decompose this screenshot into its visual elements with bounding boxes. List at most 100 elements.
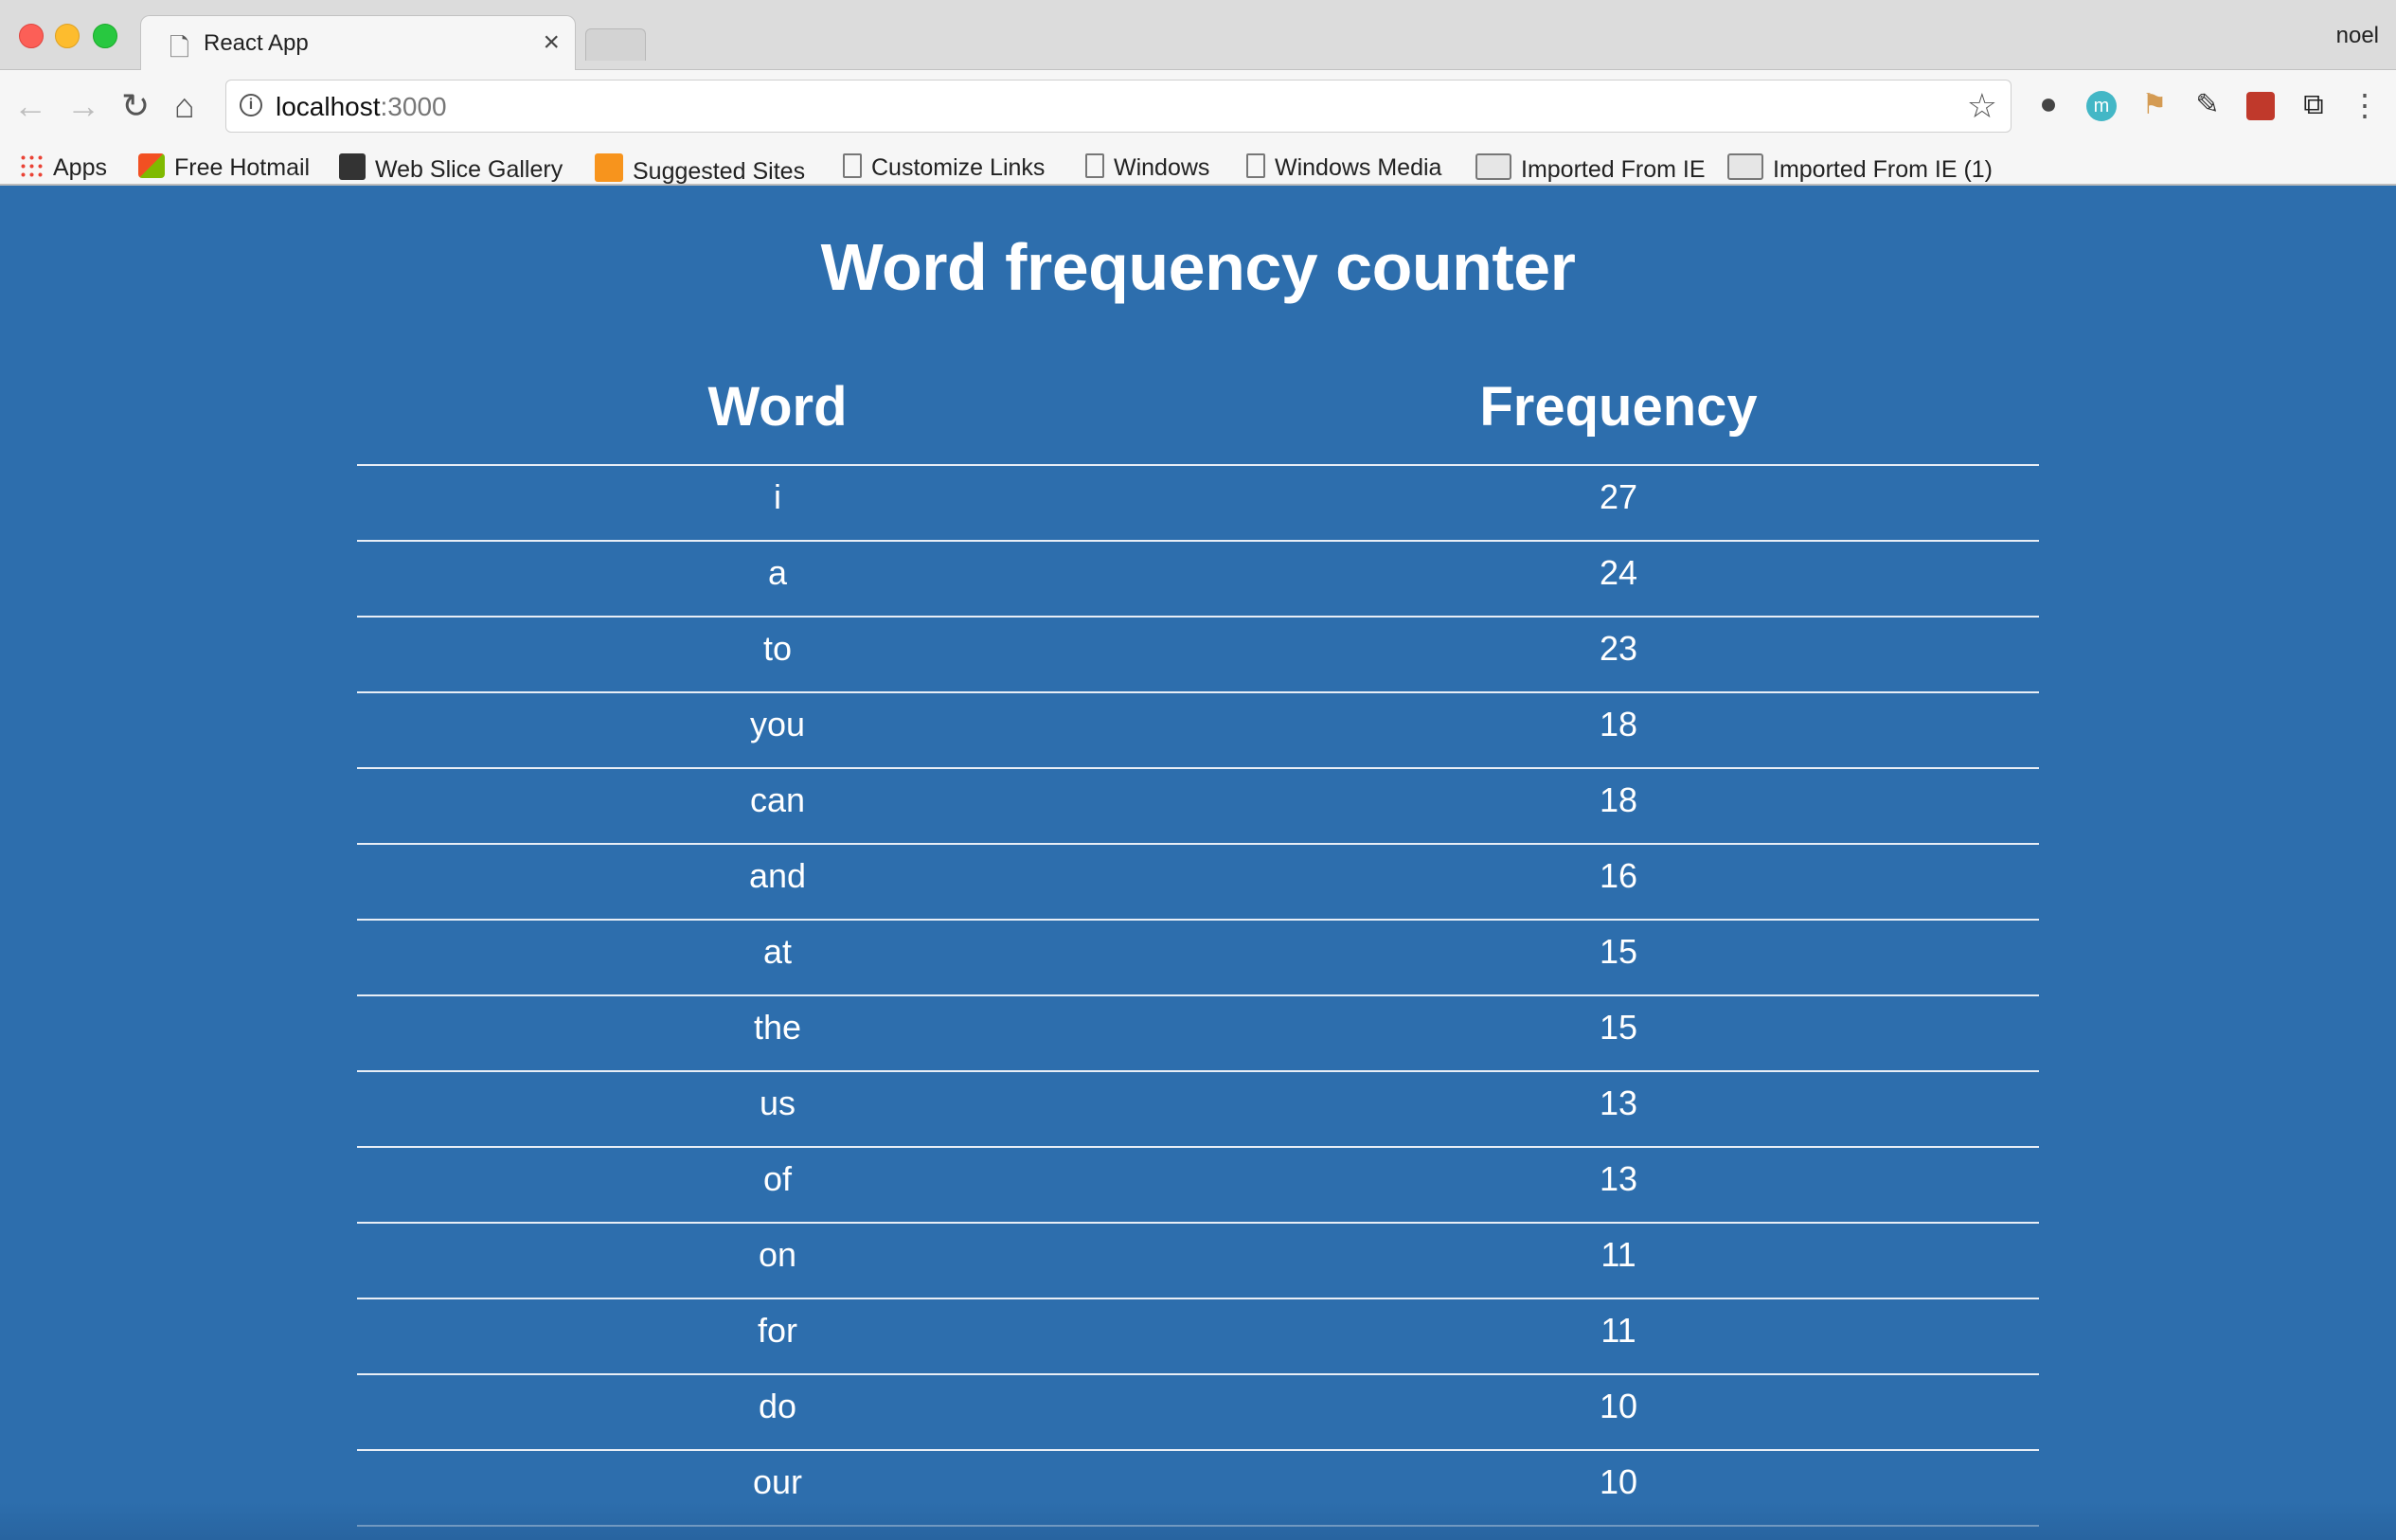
word-cell: us bbox=[759, 1083, 796, 1122]
url-text[interactable]: localhost:3000 bbox=[276, 92, 447, 122]
browser-tab[interactable]: 🗋 React App × bbox=[140, 15, 576, 70]
url-port: :3000 bbox=[380, 92, 447, 121]
frequency-cell: 18 bbox=[1599, 780, 1638, 819]
slice-icon bbox=[339, 153, 366, 180]
word-cell: and bbox=[748, 856, 807, 895]
eyedropper-extension-icon[interactable]: ✎ bbox=[2190, 87, 2226, 123]
bookmark-label: Customize Links bbox=[871, 154, 1046, 181]
bookmark-windows-media[interactable]: Windows Media bbox=[1246, 153, 1441, 182]
table-header: Word Frequency bbox=[357, 366, 2039, 464]
word-cell: for bbox=[757, 1311, 797, 1350]
profile-name[interactable]: noel bbox=[2336, 23, 2379, 49]
new-tab-button[interactable] bbox=[585, 28, 646, 61]
link-extension-icon[interactable]: ⧉ bbox=[2296, 87, 2332, 123]
home-button[interactable]: ⌂ bbox=[174, 89, 195, 123]
word-cell: at bbox=[762, 932, 793, 971]
forward-button[interactable]: → bbox=[66, 89, 100, 123]
frequency-cell: 13 bbox=[1599, 1159, 1638, 1198]
bookmark-star-icon[interactable]: ☆ bbox=[1967, 86, 1997, 126]
frequency-cell: 16 bbox=[1599, 856, 1638, 895]
frequency-cell: 24 bbox=[1599, 553, 1638, 592]
bookmark-suggested-sites[interactable]: Suggested Sites bbox=[595, 153, 805, 186]
frequency-cell: 10 bbox=[1599, 1462, 1638, 1501]
reload-button[interactable]: ↻ bbox=[121, 89, 150, 123]
tab-title: React App bbox=[204, 30, 309, 56]
info-icon[interactable]: i bbox=[240, 94, 262, 116]
lightbulb-icon bbox=[595, 153, 623, 182]
bookmark-windows[interactable]: Windows bbox=[1085, 153, 1209, 182]
bookmark-label: Imported From IE bbox=[1521, 156, 1706, 183]
table-row: and 16 bbox=[357, 843, 2039, 919]
table-row: the 15 bbox=[357, 994, 2039, 1070]
column-header-word: Word bbox=[707, 376, 848, 438]
frequency-cell: 15 bbox=[1599, 1008, 1638, 1047]
word-cell: on bbox=[758, 1235, 797, 1274]
bookmark-apps[interactable]: Apps bbox=[19, 153, 107, 182]
table-row: at 15 bbox=[357, 919, 2039, 994]
word-cell: i bbox=[774, 477, 781, 516]
frequency-cell: 11 bbox=[1600, 1311, 1636, 1350]
table-row: can 18 bbox=[357, 767, 2039, 843]
apps-grid-icon bbox=[19, 153, 44, 178]
table-row: of 13 bbox=[357, 1146, 2039, 1222]
folder-icon bbox=[1475, 153, 1511, 180]
window-minimize-button[interactable] bbox=[55, 24, 80, 48]
page-icon bbox=[1085, 153, 1104, 178]
table-row: a 24 bbox=[357, 540, 2039, 616]
windows-flag-icon bbox=[138, 153, 165, 178]
table-row: to 23 bbox=[357, 616, 2039, 691]
bookmark-free-hotmail[interactable]: Free Hotmail bbox=[138, 153, 310, 182]
page-icon bbox=[843, 153, 862, 178]
scroll-fade bbox=[0, 1502, 2396, 1540]
word-cell: our bbox=[752, 1462, 803, 1501]
frequency-cell: 10 bbox=[1599, 1387, 1638, 1425]
document-icon: 🗋 bbox=[170, 33, 189, 62]
page-title: Word frequency counter bbox=[820, 230, 1576, 304]
bookmark-web-slice-gallery[interactable]: Web Slice Gallery bbox=[339, 153, 563, 184]
bookmark-label: Free Hotmail bbox=[174, 154, 311, 181]
frequency-cell: 15 bbox=[1599, 932, 1638, 971]
window-maximize-button[interactable] bbox=[93, 24, 117, 48]
frequency-cell: 13 bbox=[1599, 1083, 1638, 1122]
record-extension-icon[interactable]: ⏺ bbox=[2030, 87, 2066, 123]
bookmark-customize-links[interactable]: Customize Links bbox=[843, 153, 1045, 182]
word-cell: do bbox=[758, 1387, 797, 1425]
address-bar[interactable]: i localhost:3000 ☆ bbox=[225, 80, 2012, 133]
bookmark-label: Web Slice Gallery bbox=[375, 156, 563, 183]
frequency-cell: 27 bbox=[1599, 477, 1638, 516]
table-row: you 18 bbox=[357, 691, 2039, 767]
bookmark-label: Windows Media bbox=[1275, 154, 1442, 181]
page-icon bbox=[1246, 153, 1265, 178]
bookmark-label: Imported From IE (1) bbox=[1773, 156, 1993, 183]
m-extension-icon[interactable]: m bbox=[2083, 87, 2119, 123]
folder-icon bbox=[1727, 153, 1763, 180]
page-content: Word frequency counter Word Frequency i 2… bbox=[0, 186, 2396, 1540]
table-row: us 13 bbox=[357, 1070, 2039, 1146]
frequency-cell: 18 bbox=[1599, 705, 1638, 743]
table-row: do 10 bbox=[357, 1373, 2039, 1449]
browser-titlebar: 🗋 React App × noel bbox=[0, 0, 2396, 70]
word-cell: you bbox=[749, 705, 806, 743]
back-button[interactable]: ← bbox=[13, 89, 47, 123]
window-close-button[interactable] bbox=[19, 24, 44, 48]
frequency-cell: 11 bbox=[1600, 1235, 1636, 1274]
tab-close-button[interactable]: × bbox=[543, 27, 560, 59]
flag-extension-icon[interactable]: ⚑ bbox=[2137, 87, 2172, 123]
frequency-table: Word Frequency i 27 a 24 to 23 you 18 can 18 and 16… bbox=[357, 366, 2039, 1527]
table-row: for 11 bbox=[357, 1298, 2039, 1373]
bookmark-label: Suggested Sites bbox=[633, 158, 806, 185]
word-cell: the bbox=[753, 1008, 802, 1047]
table-row: on 11 bbox=[357, 1222, 2039, 1298]
column-header-frequency: Frequency bbox=[1479, 376, 1758, 438]
word-cell: to bbox=[762, 629, 793, 668]
table-row: i 27 bbox=[357, 464, 2039, 540]
bookmark-folder-imported-from-ie[interactable]: Imported From IE bbox=[1475, 153, 1706, 184]
chrome-menu-icon[interactable]: ⋮ bbox=[2349, 87, 2381, 123]
word-cell: a bbox=[767, 553, 788, 592]
url-host: localhost bbox=[276, 92, 381, 121]
bookmark-folder-imported-from-ie-1[interactable]: Imported From IE (1) bbox=[1727, 153, 1993, 184]
bookmark-label: Apps bbox=[53, 154, 107, 181]
table-body: i 27 a 24 to 23 you 18 can 18 and 16 at 15 the 15 us 13 of… bbox=[357, 464, 2039, 1525]
frequency-cell: 23 bbox=[1599, 629, 1638, 668]
red-extension-icon[interactable] bbox=[2243, 87, 2279, 123]
